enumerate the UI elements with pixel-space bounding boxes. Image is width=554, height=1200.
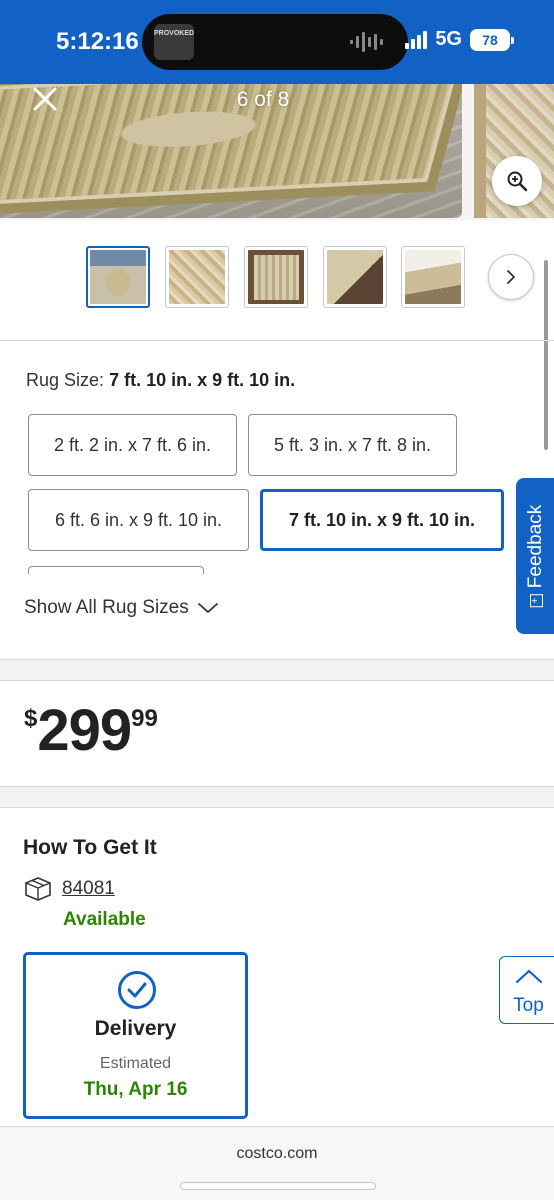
battery-level: 78 bbox=[482, 31, 498, 48]
back-to-top-label: Top bbox=[513, 995, 544, 1016]
network-type: 5G bbox=[435, 28, 462, 50]
battery-icon: 78 bbox=[470, 28, 514, 51]
dynamic-island: PROVOKED bbox=[142, 14, 408, 70]
show-all-sizes-toggle[interactable]: Show All Rug Sizes bbox=[24, 597, 219, 619]
image-gallery[interactable]: 6 of 8 bbox=[0, 84, 554, 220]
thumbnail-strip bbox=[0, 220, 554, 340]
feedback-label: Feedback bbox=[525, 504, 546, 589]
availability-status: Available bbox=[63, 909, 146, 930]
size-option-4-selected[interactable]: 7 ft. 10 in. x 9 ft. 10 in. bbox=[260, 489, 504, 551]
rug-size-heading: Rug Size: 7 ft. 10 in. x 9 ft. 10 in. bbox=[26, 370, 295, 391]
page-scrollbar[interactable] bbox=[544, 260, 548, 450]
podcast-artwork-text: PROVOKED bbox=[154, 30, 195, 37]
show-all-sizes-label: Show All Rug Sizes bbox=[24, 597, 189, 618]
zoom-button[interactable] bbox=[492, 156, 542, 206]
checkmark-icon bbox=[118, 971, 156, 1009]
thumbnail-image bbox=[405, 250, 461, 304]
divider bbox=[0, 807, 554, 808]
product-page: 5:12:16 PROVOKED 5G 78 6 of 8 Rug Size: … bbox=[0, 0, 554, 1200]
chevron-down-icon bbox=[197, 603, 218, 613]
home-indicator[interactable] bbox=[180, 1182, 376, 1190]
browser-domain[interactable]: costco.com bbox=[0, 1145, 554, 1163]
product-price: $ 299 99 bbox=[24, 702, 158, 760]
thumbnail-image bbox=[248, 250, 304, 304]
divider bbox=[0, 340, 554, 341]
thumbnail-4[interactable] bbox=[323, 246, 387, 308]
thumbnail-1[interactable] bbox=[86, 246, 150, 308]
size-option-1[interactable]: 2 ft. 2 in. x 7 ft. 6 in. bbox=[28, 414, 237, 476]
how-to-get-it-heading: How To Get It bbox=[23, 836, 157, 859]
chevron-right-icon bbox=[507, 270, 515, 284]
thumbnail-image bbox=[90, 250, 146, 304]
divider bbox=[0, 680, 554, 681]
zoom-in-icon bbox=[507, 171, 528, 192]
podcast-artwork: PROVOKED bbox=[154, 24, 194, 60]
feedback-content: + Feedback bbox=[525, 504, 547, 608]
size-option-partial[interactable] bbox=[28, 566, 204, 574]
delivery-option-card[interactable]: Delivery Estimated Thu, Apr 16 bbox=[23, 952, 248, 1119]
thumbnail-2[interactable] bbox=[165, 246, 229, 308]
package-icon bbox=[25, 877, 51, 901]
status-time: 5:12:16 bbox=[56, 28, 139, 55]
size-option-2[interactable]: 5 ft. 3 in. x 7 ft. 8 in. bbox=[248, 414, 457, 476]
delivery-date: Thu, Apr 16 bbox=[83, 1079, 188, 1100]
photo-counter: 6 of 8 bbox=[236, 88, 290, 111]
price-dollars: 299 bbox=[37, 698, 132, 763]
thumbnail-image bbox=[169, 250, 225, 304]
zip-row: 84081 bbox=[24, 876, 115, 902]
thumbnail-image bbox=[327, 250, 383, 304]
size-option-3[interactable]: 6 ft. 6 in. x 9 ft. 10 in. bbox=[28, 489, 249, 551]
zip-code-link[interactable]: 84081 bbox=[62, 878, 115, 900]
thumbnails-next-button[interactable] bbox=[488, 254, 534, 300]
browser-address-bar[interactable]: costco.com bbox=[0, 1126, 554, 1200]
status-indicators: 5G 78 bbox=[405, 28, 514, 51]
signal-icon bbox=[405, 30, 428, 49]
status-bar: 5:12:16 PROVOKED 5G 78 bbox=[0, 0, 554, 84]
section-gap bbox=[0, 660, 554, 680]
price-currency: $ bbox=[24, 705, 38, 732]
audio-waveform-icon bbox=[350, 32, 383, 52]
section-gap bbox=[0, 787, 554, 807]
back-to-top-button[interactable]: Top bbox=[499, 956, 554, 1024]
delivery-estimated-label: Estimated bbox=[99, 1055, 172, 1072]
feedback-plus-icon: + bbox=[529, 594, 543, 608]
delivery-title: Delivery bbox=[94, 1017, 177, 1040]
feedback-tab[interactable]: + Feedback bbox=[516, 478, 554, 634]
price-cents: 99 bbox=[131, 705, 158, 732]
rug-size-selected-value: 7 ft. 10 in. x 9 ft. 10 in. bbox=[109, 370, 296, 390]
rug-size-label: Rug Size: bbox=[26, 370, 105, 390]
thumbnail-3[interactable] bbox=[244, 246, 308, 308]
close-icon bbox=[33, 87, 57, 111]
thumbnail-5[interactable] bbox=[401, 246, 465, 308]
close-gallery-button[interactable] bbox=[32, 86, 60, 114]
chevron-up-icon bbox=[515, 969, 543, 984]
